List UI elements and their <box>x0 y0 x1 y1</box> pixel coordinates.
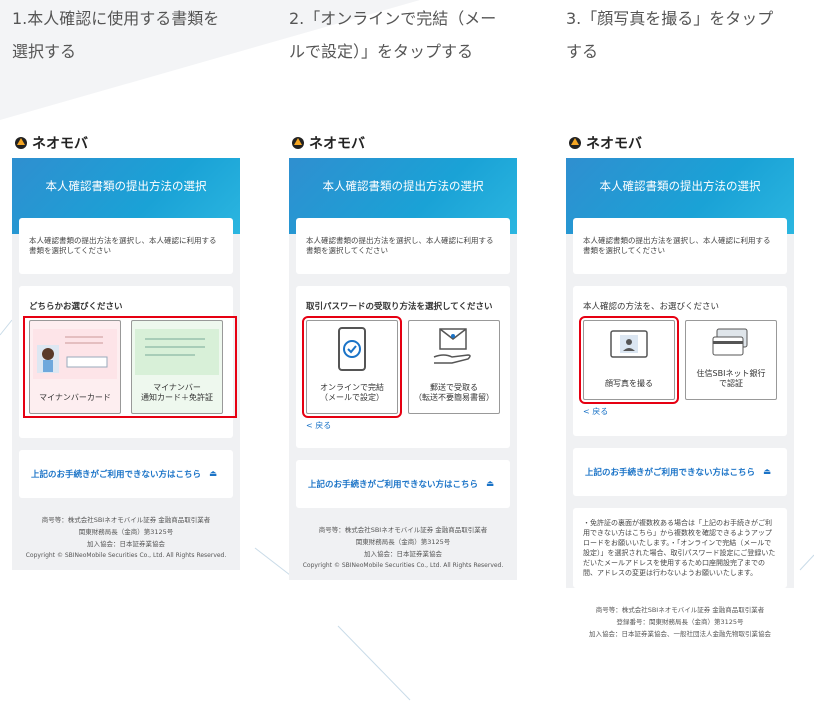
logo-text: ネオモバ <box>586 136 642 152</box>
logo: ネオモバ <box>12 128 240 158</box>
option-mynumber-card[interactable]: マイナンバーカード <box>29 320 121 414</box>
neomoba-logo-icon <box>569 137 581 149</box>
back-link[interactable]: < 戻る <box>306 420 500 431</box>
select-card: どちらかお選びください マイナンバーカード マイナンバー 通知カード＋免許証 <box>19 286 237 438</box>
option-online-email[interactable]: オンラインで完結 （メールで設定） <box>302 316 402 418</box>
step1-title: 1.本人確認に使用する書類を 選択する <box>12 9 220 61</box>
step3-title: 3.「顔写真を撮る」をタップ する <box>566 9 774 61</box>
option-sbi-bank-auth[interactable]: 住信SBIネット銀行 で認証 <box>685 320 777 400</box>
back-link[interactable]: < 戻る <box>583 406 777 417</box>
face-scan-icon <box>610 330 648 358</box>
select-prompt: どちらかお選びください <box>29 302 123 312</box>
option-take-face-photo[interactable]: 顔写真を撮る <box>579 316 679 404</box>
alternative-procedure-link[interactable]: 上記のお手続きがご利用できない方はこちら ⏏ <box>573 448 787 496</box>
alternative-procedure-link[interactable]: 上記のお手続きがご利用できない方はこちら ⏏ <box>19 450 233 498</box>
option-label: マイナンバー 通知カード＋免許証 <box>141 383 213 402</box>
option-label: 郵送で受取る （転送不要簡易書留） <box>414 383 494 402</box>
app-screen: 本人確認書類の提出方法の選択 本人確認書類の提出方法を選択し、本人確認に利用する… <box>12 158 240 570</box>
logo: ネオモバ <box>566 128 794 158</box>
option-label: オンラインで完結 （メールで設定） <box>320 383 384 402</box>
select-card: 本人確認の方法を、お選びください 顔写真を撮る 住信SBIネット銀行 で認証 <… <box>573 286 787 436</box>
bank-card-icon <box>712 328 748 356</box>
select-prompt: 取引パスワードの受取り方法を選択してください <box>306 302 493 312</box>
phone-step1: ネオモバ 本人確認書類の提出方法の選択 本人確認書類の提出方法を選択し、本人確認… <box>12 128 240 570</box>
logo-text: ネオモバ <box>32 136 88 152</box>
select-prompt: 本人確認の方法を、お選びください <box>583 302 720 312</box>
notice-card-icon <box>135 329 219 375</box>
step2-title: 2.「オンラインで完結（メー ルで設定）」をタップする <box>289 9 497 61</box>
notes: ・免許証の裏面が複数枚ある場合は「上記のお手続きがご利用できない方はこちら」から… <box>573 508 787 588</box>
option-label: 住信SBIネット銀行 で認証 <box>696 369 766 388</box>
option-notice-card-license[interactable]: マイナンバー 通知カード＋免許証 <box>131 320 223 414</box>
footer: 商号等：株式会社SBIネオモバイル証券 金融商品取引業者 関東財務局長（金商）第3… <box>302 526 504 569</box>
option-postal-mail[interactable]: 郵送で受取る （転送不要簡易書留） <box>408 320 500 414</box>
smartphone-check-icon <box>338 327 366 371</box>
description-card: 本人確認書類の提出方法を選択し、本人確認に利用する書類を選択してください <box>296 218 510 274</box>
neomoba-logo-icon <box>292 137 304 149</box>
alternative-procedure-link[interactable]: 上記のお手続きがご利用できない方はこちら ⏏ <box>296 460 510 508</box>
neomoba-logo-icon <box>15 137 27 149</box>
footer: 商号等：株式会社SBIネオモバイル証券 金融商品取引業者 関東財務局長（金商）第3… <box>25 516 227 559</box>
mynumber-card-icon <box>33 329 117 379</box>
app-screen: 本人確認書類の提出方法の選択 本人確認書類の提出方法を選択し、本人確認に利用する… <box>289 158 517 580</box>
upload-icon: ⏏ <box>209 469 218 479</box>
option-label: マイナンバーカード <box>39 393 111 402</box>
phone-step3: ネオモバ 本人確認書類の提出方法の選択 本人確認書類の提出方法を選択し、本人確認… <box>566 128 794 648</box>
footer: 商号等：株式会社SBIネオモバイル証券 金融商品取引業者 登録番号：関東財務局長（… <box>566 588 794 648</box>
description-card: 本人確認書類の提出方法を選択し、本人確認に利用する書類を選択してください <box>573 218 787 274</box>
logo: ネオモバ <box>289 128 517 158</box>
phone-step2: ネオモバ 本人確認書類の提出方法の選択 本人確認書類の提出方法を選択し、本人確認… <box>289 128 517 580</box>
option-label: 顔写真を撮る <box>605 379 653 388</box>
select-card: 取引パスワードの受取り方法を選択してください オンラインで完結（メールで設定） <box>296 286 510 448</box>
description-card: 本人確認書類の提出方法を選択し、本人確認に利用する書類を選択してください <box>19 218 233 274</box>
upload-icon: ⏏ <box>486 479 495 489</box>
upload-icon: ⏏ <box>763 467 772 477</box>
envelope-hand-icon <box>433 328 471 364</box>
logo-text: ネオモバ <box>309 136 365 152</box>
app-screen: 本人確認書類の提出方法の選択 本人確認書類の提出方法を選択し、本人確認に利用する… <box>566 158 794 648</box>
